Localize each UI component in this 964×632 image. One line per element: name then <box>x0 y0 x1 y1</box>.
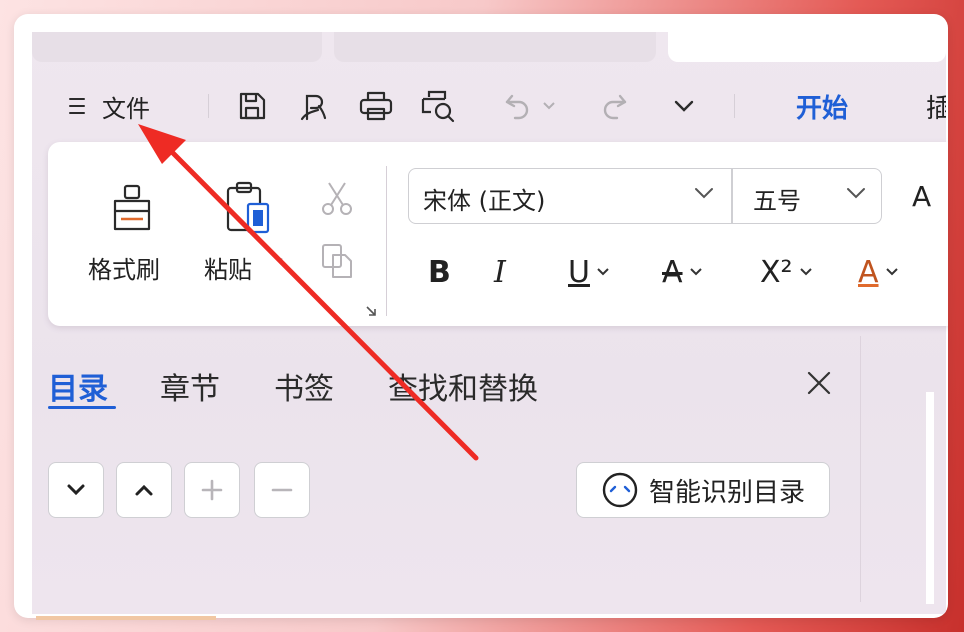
bold-icon: B <box>428 254 451 290</box>
ribbon-divider <box>386 166 387 316</box>
more-dropdown-icon[interactable] <box>664 78 704 134</box>
tab-insert-partial[interactable]: 插 <box>926 78 946 134</box>
document-page-edge <box>926 392 934 604</box>
nav-tab-chapters[interactable]: 章节 <box>160 364 220 408</box>
tab-start[interactable]: 开始 <box>782 78 862 134</box>
undo-icon[interactable] <box>498 78 538 134</box>
nav-tab-find-replace[interactable]: 查找和替换 <box>388 364 538 408</box>
undo-dropdown-icon[interactable] <box>538 78 560 134</box>
file-menu-button[interactable]: 文件 <box>102 78 182 134</box>
font-size-dropdown-icon[interactable] <box>845 185 867 204</box>
bottom-highlight-strip <box>36 616 216 620</box>
collapse-level-button[interactable] <box>48 462 104 518</box>
redo-icon[interactable] <box>594 78 634 134</box>
font-color-dropdown-icon[interactable] <box>885 267 899 277</box>
minus-icon <box>271 488 293 492</box>
expand-level-button[interactable] <box>116 462 172 518</box>
font-color-button[interactable]: A <box>858 244 899 300</box>
italic-icon: I <box>494 254 506 290</box>
bold-button[interactable]: B <box>428 244 451 300</box>
navigation-pane-tabs: 目录 章节 书签 查找和替换 <box>48 358 928 418</box>
strikethrough-dropdown-icon[interactable] <box>689 267 703 277</box>
grow-font-partial-icon[interactable]: A <box>912 180 931 213</box>
paste-dropdown-dot[interactable]: · <box>278 248 284 272</box>
chevron-down-icon <box>67 484 85 496</box>
nav-tab-toc-underline <box>48 406 116 409</box>
font-combo-group: 宋体 (正文) 五号 <box>408 168 882 224</box>
print-preview-icon[interactable] <box>414 78 462 134</box>
smart-toc-button[interactable]: 智能识别目录 <box>576 462 830 518</box>
smart-toc-label: 智能识别目录 <box>648 477 805 508</box>
font-color-icon: A <box>858 254 879 290</box>
strikethrough-button[interactable]: A <box>662 244 703 300</box>
document-tab[interactable] <box>334 32 656 62</box>
plus-icon <box>201 479 223 501</box>
remove-entry-button[interactable] <box>254 462 310 518</box>
superscript-button[interactable]: X² <box>760 244 813 300</box>
format-painter-icon[interactable] <box>102 178 162 238</box>
chevron-up-icon <box>135 484 153 496</box>
paste-label: 粘贴 <box>204 256 252 284</box>
superscript-dropdown-icon[interactable] <box>799 267 813 277</box>
close-pane-icon[interactable] <box>804 368 834 398</box>
quick-access-toolbar: 文件 开始 插 <box>32 78 946 161</box>
italic-button[interactable]: I <box>494 244 506 300</box>
toolbar-divider <box>734 94 735 118</box>
home-ribbon-panel: 格式刷 粘贴 · 宋体 (正文) 五号 A B I U A X² A <box>48 142 948 326</box>
paste-icon[interactable] <box>218 176 278 238</box>
tab-start-label: 开始 <box>795 93 848 124</box>
superscript-icon: X² <box>760 254 793 290</box>
nav-tab-bookmarks[interactable]: 书签 <box>274 364 334 408</box>
underline-button[interactable]: U <box>568 244 610 300</box>
document-tab-strip <box>32 32 946 62</box>
nav-tab-toc[interactable]: 目录 <box>48 364 108 408</box>
tab-insert-label: 插 <box>926 93 946 124</box>
print-icon[interactable] <box>352 78 400 134</box>
font-family-dropdown-icon[interactable] <box>693 185 715 204</box>
file-menu-label: 文件 <box>102 94 150 123</box>
save-icon[interactable] <box>228 78 276 134</box>
dialog-launcher-icon[interactable] <box>362 302 380 320</box>
copy-icon[interactable] <box>314 238 360 284</box>
combo-divider <box>731 169 733 223</box>
document-tab-active[interactable] <box>668 32 946 62</box>
underline-dropdown-icon[interactable] <box>596 267 610 277</box>
font-size-value[interactable]: 五号 <box>753 181 801 216</box>
document-panel-edge <box>860 336 861 602</box>
window-frame: 文件 开始 插 格式刷 粘贴 · 宋体 (正文) 五号 A B I U A X²… <box>14 14 948 618</box>
document-tab[interactable] <box>32 32 322 62</box>
smart-recognize-icon <box>602 472 638 508</box>
underline-icon: U <box>568 254 590 290</box>
cut-icon[interactable] <box>314 176 360 222</box>
toolbar-divider <box>208 94 209 118</box>
font-family-value[interactable]: 宋体 (正文) <box>423 181 545 216</box>
export-pdf-icon[interactable] <box>290 78 338 134</box>
add-entry-button[interactable] <box>184 462 240 518</box>
hamburger-menu-icon[interactable] <box>62 78 92 134</box>
strikethrough-icon: A <box>662 254 683 290</box>
format-painter-label: 格式刷 <box>88 256 160 284</box>
